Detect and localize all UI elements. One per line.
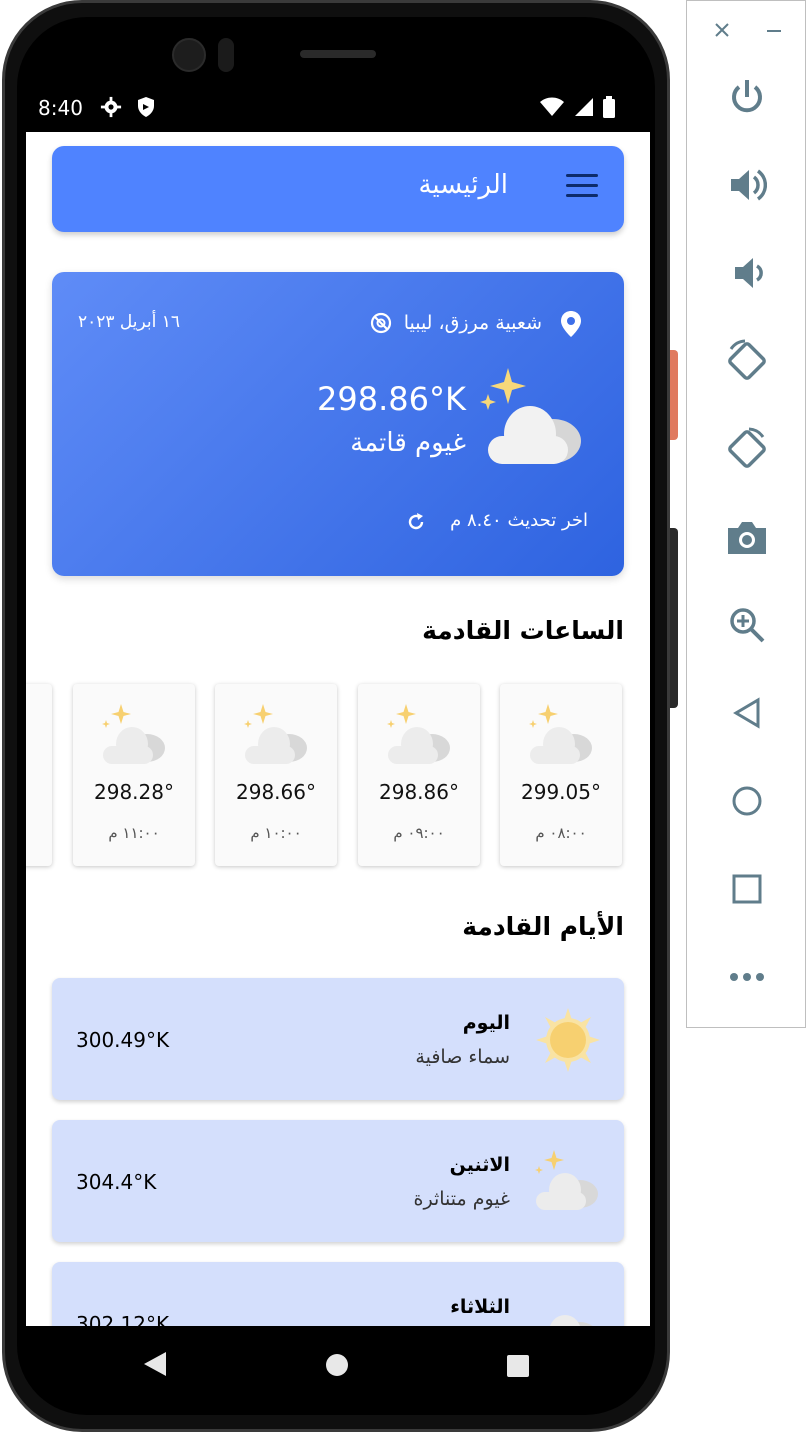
location-off-icon[interactable] xyxy=(370,312,392,338)
front-camera xyxy=(172,38,206,72)
location-name: شعبية مرزق، ليبيا xyxy=(403,312,542,334)
hour-time: ٠٨:٠٠ م xyxy=(535,824,587,842)
nav-home-icon[interactable] xyxy=(324,1352,350,1382)
refresh-icon[interactable] xyxy=(406,512,426,536)
current-temperature: 298.86°K xyxy=(317,380,466,418)
home-icon[interactable] xyxy=(723,777,771,825)
day-name: الاثنين xyxy=(449,1154,510,1176)
settings-gear-icon xyxy=(100,96,122,122)
overview-icon[interactable] xyxy=(723,865,771,913)
hour-temperature: 298.28° xyxy=(94,780,174,804)
rotate-right-icon[interactable] xyxy=(723,425,771,473)
wifi-icon xyxy=(540,96,564,122)
app-screen: الرئيسية شعبية مرزق، ليبيا ١٦ أبريل ٢٠٢٣… xyxy=(26,132,650,1326)
hours-section-title: الساعات القادمة xyxy=(422,616,624,645)
shield-icon xyxy=(136,96,156,122)
partly-cloudy-icon xyxy=(534,1150,600,1214)
cloud-icon xyxy=(534,1292,600,1326)
signal-icon xyxy=(572,96,594,122)
hour-temperature: 298.86° xyxy=(379,780,459,804)
status-time: 8:40 xyxy=(38,96,83,120)
battery-icon xyxy=(602,96,616,122)
current-description: غيوم قاتمة xyxy=(350,428,466,458)
partly-cloudy-icon xyxy=(101,704,167,768)
status-bar: 8:40 xyxy=(26,86,650,132)
current-weather-card: شعبية مرزق، ليبيا ١٦ أبريل ٢٠٢٣ 298.86°K… xyxy=(52,272,624,576)
zoom-icon[interactable] xyxy=(723,601,771,649)
location-pin-icon xyxy=(560,310,582,342)
day-card[interactable]: الاثنين غيوم متناثرة 304.4°K xyxy=(52,1120,624,1242)
hour-temperature: 299.05° xyxy=(521,780,601,804)
power-icon[interactable] xyxy=(723,73,771,121)
camera-icon[interactable] xyxy=(723,513,771,561)
more-icon[interactable] xyxy=(723,953,771,1001)
earpiece-speaker xyxy=(300,50,376,58)
close-icon[interactable] xyxy=(713,21,731,43)
hour-time: ١١:٠٠ م xyxy=(108,824,160,842)
rotate-left-icon[interactable] xyxy=(723,337,771,385)
hour-time: ٠٩:٠٠ م xyxy=(393,824,445,842)
hour-card[interactable]: 299.05° ٠٨:٠٠ م xyxy=(500,684,622,866)
hour-card[interactable]: 298.86° ٠٩:٠٠ م xyxy=(358,684,480,866)
day-temperature: 300.49°K xyxy=(76,1028,170,1052)
hourly-forecast-list[interactable]: 299.05° ٠٨:٠٠ م 298.86° ٠٩:٠٠ م 298.66° … xyxy=(26,684,650,870)
day-card[interactable]: الثلاثاء 302.12°K xyxy=(52,1262,624,1326)
app-bar: الرئيسية xyxy=(52,146,624,232)
back-icon[interactable] xyxy=(723,689,771,737)
partly-cloudy-icon xyxy=(528,704,594,768)
hour-card-partial[interactable] xyxy=(26,684,52,866)
nav-back-icon[interactable] xyxy=(142,1350,168,1382)
hour-time: ١٠:٠٠ م xyxy=(250,824,302,842)
day-name: الثلاثاء xyxy=(450,1296,510,1318)
partly-cloudy-icon xyxy=(243,704,309,768)
hour-card[interactable]: 298.28° ١١:٠٠ م xyxy=(73,684,195,866)
partly-cloudy-icon xyxy=(386,704,452,768)
page-title: الرئيسية xyxy=(418,170,508,200)
navigation-bar xyxy=(26,1326,650,1402)
nav-overview-icon[interactable] xyxy=(506,1354,530,1382)
day-description: سماء صافية xyxy=(415,1046,510,1068)
hour-temperature: 298.66° xyxy=(236,780,316,804)
phone-volume-key[interactable] xyxy=(670,528,678,708)
current-date: ١٦ أبريل ٢٠٢٣ xyxy=(78,312,181,332)
day-card[interactable]: اليوم سماء صافية 300.49°K xyxy=(52,978,624,1100)
minimize-icon[interactable] xyxy=(765,21,783,43)
last-updated-text: اخر تحديث ٨.٤٠ م xyxy=(450,510,588,531)
sun-icon xyxy=(536,1008,600,1076)
volume-up-icon[interactable] xyxy=(723,161,771,209)
emulator-toolbar xyxy=(686,0,806,1028)
hour-card[interactable]: 298.66° ١٠:٠٠ م xyxy=(215,684,337,866)
menu-icon[interactable] xyxy=(566,174,598,204)
volume-down-icon[interactable] xyxy=(723,249,771,297)
day-temperature: 304.4°K xyxy=(76,1170,157,1194)
front-sensor xyxy=(218,38,234,72)
day-name: اليوم xyxy=(462,1012,510,1034)
day-description: غيوم متناثرة xyxy=(413,1188,510,1210)
day-temperature: 302.12°K xyxy=(76,1312,170,1326)
days-section-title: الأيام القادمة xyxy=(462,912,624,941)
partly-cloudy-icon xyxy=(478,368,588,472)
phone-power-key[interactable] xyxy=(670,350,678,440)
